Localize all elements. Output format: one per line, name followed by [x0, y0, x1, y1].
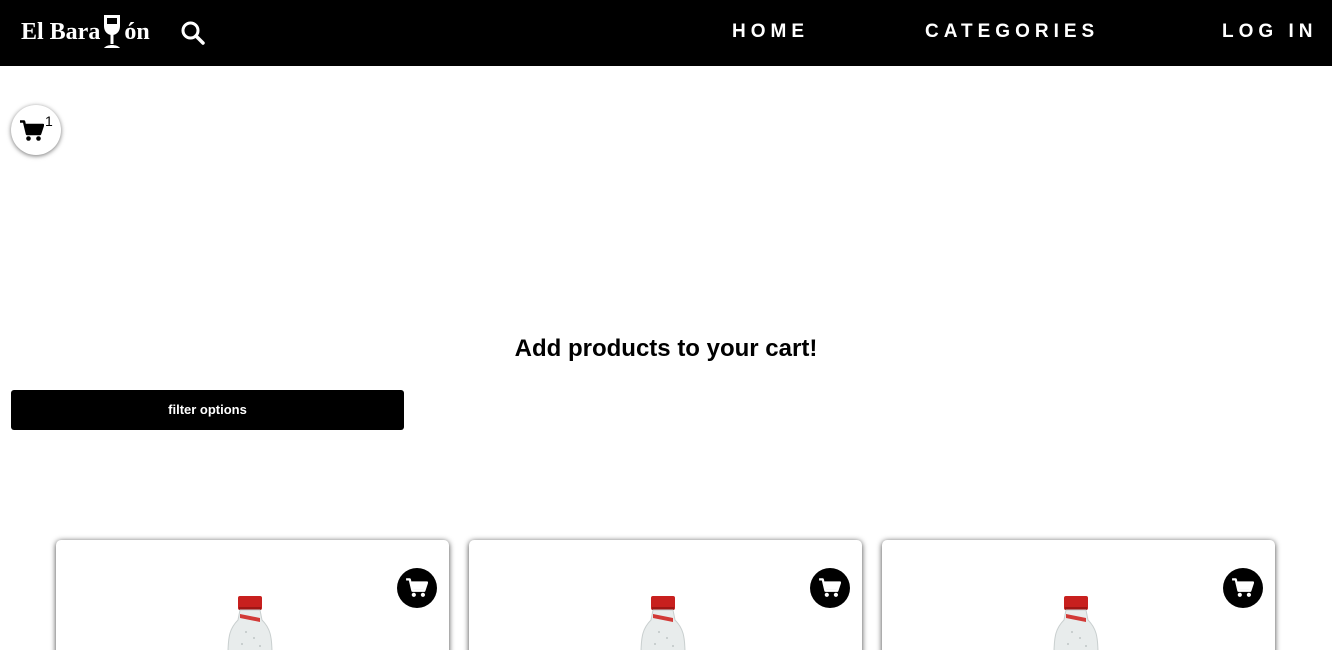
wine-glass-icon [101, 14, 123, 50]
floating-cart-button[interactable]: 1 [11, 105, 61, 155]
navbar: El Bara ón HOME CATEGORIES LOG IN [0, 0, 1332, 66]
cart-icon [406, 578, 428, 597]
product-card[interactable] [882, 540, 1275, 650]
search-icon[interactable] [180, 20, 206, 46]
add-to-cart-button[interactable] [397, 568, 437, 608]
soda-bottle-image [227, 596, 273, 650]
cart-icon [1232, 578, 1254, 597]
add-to-cart-button[interactable] [1223, 568, 1263, 608]
product-card[interactable] [56, 540, 449, 650]
brand-logo[interactable]: El Bara ón [21, 14, 150, 50]
cart-icon [20, 120, 44, 141]
nav-home-link[interactable]: HOME [732, 20, 809, 44]
product-card[interactable] [469, 540, 862, 650]
nav-login-link[interactable]: LOG IN [1222, 20, 1317, 44]
cart-count-badge: 1 [45, 113, 53, 129]
page-heading: Add products to your cart! [514, 335, 818, 362]
soda-bottle-image [640, 596, 686, 650]
logo-text-right: ón [124, 18, 150, 45]
cart-icon [819, 578, 841, 597]
add-to-cart-button[interactable] [810, 568, 850, 608]
logo-text-left: El Bara [21, 18, 101, 45]
filter-options-button[interactable]: filter options [11, 390, 404, 430]
soda-bottle-image [1053, 596, 1099, 650]
nav-categories-link[interactable]: CATEGORIES [925, 20, 1099, 44]
